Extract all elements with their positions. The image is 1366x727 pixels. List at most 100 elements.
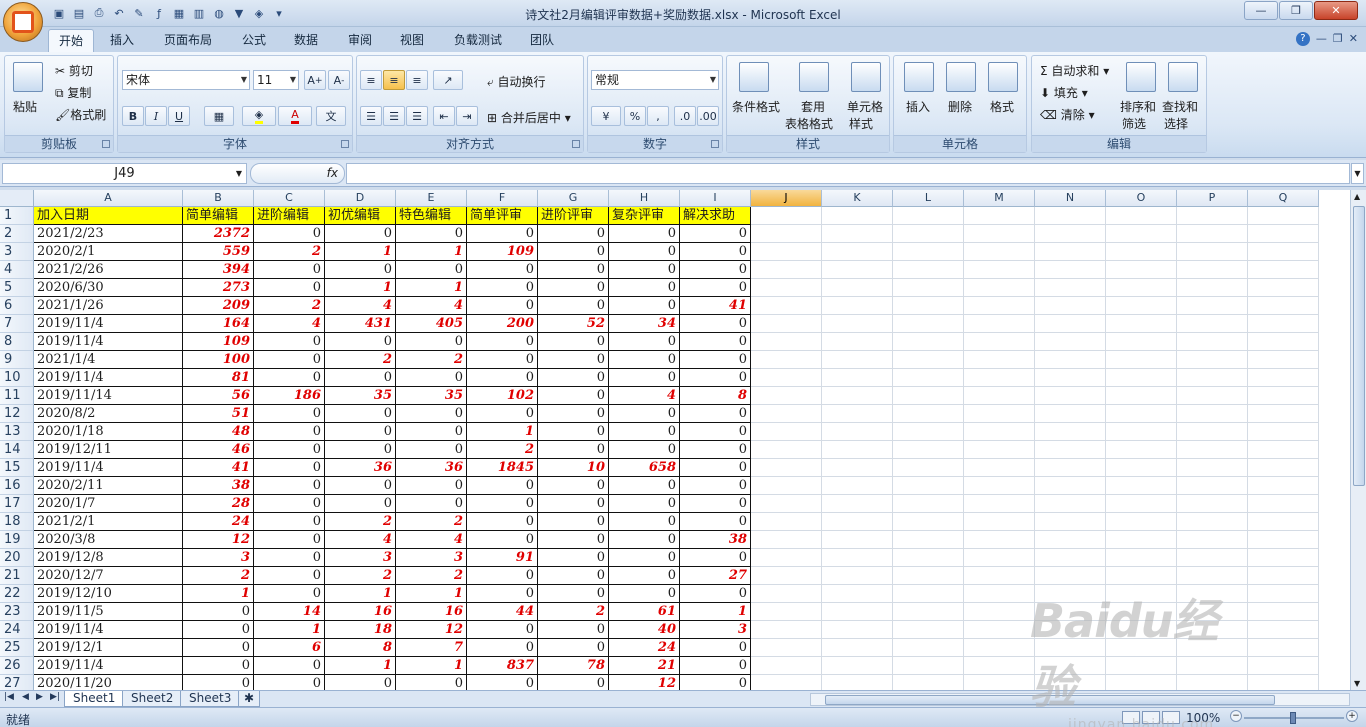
table-cell[interactable]: [893, 333, 964, 351]
table-cell[interactable]: 0: [609, 351, 680, 369]
table-cell[interactable]: [1035, 423, 1106, 441]
table-cell[interactable]: 0: [325, 225, 396, 243]
table-cell[interactable]: [1106, 243, 1177, 261]
horizontal-scroll-thumb[interactable]: [825, 695, 1275, 705]
table-cell[interactable]: 0: [609, 297, 680, 315]
table-cell[interactable]: [893, 297, 964, 315]
table-cell[interactable]: [1248, 315, 1319, 333]
table-cell[interactable]: [822, 207, 893, 225]
table-cell[interactable]: 0: [680, 675, 751, 690]
table-cell[interactable]: [1035, 315, 1106, 333]
fill-color-button[interactable]: ◈: [242, 106, 276, 126]
zoom-in-icon[interactable]: +: [1346, 710, 1358, 722]
borders-button[interactable]: ▦: [204, 106, 234, 126]
number-format-combo[interactable]: 常规 ▼: [591, 70, 719, 90]
table-cell[interactable]: [1177, 333, 1248, 351]
table-cell[interactable]: [1177, 675, 1248, 690]
zoom-level[interactable]: 100%: [1186, 711, 1220, 725]
table-cell[interactable]: [1106, 549, 1177, 567]
table-cell[interactable]: [1035, 207, 1106, 225]
table-cell[interactable]: [822, 441, 893, 459]
table-cell[interactable]: 0: [538, 297, 609, 315]
table-cell[interactable]: 0: [467, 261, 538, 279]
prev-sheet-icon[interactable]: ◀: [22, 692, 29, 702]
table-cell[interactable]: [1248, 603, 1319, 621]
autosum-button[interactable]: Σ 自动求和 ▾: [1040, 62, 1109, 79]
table-cell[interactable]: [1106, 513, 1177, 531]
table-cell[interactable]: 0: [183, 603, 254, 621]
align-bottom-button[interactable]: ≡: [406, 70, 428, 90]
table-cell[interactable]: 100: [183, 351, 254, 369]
table-cell[interactable]: [1035, 441, 1106, 459]
table-cell[interactable]: [893, 477, 964, 495]
format-cells-button[interactable]: 格式: [990, 98, 1014, 115]
column-header-e[interactable]: E: [396, 190, 467, 207]
find-select-icon[interactable]: [1168, 62, 1198, 92]
table-cell[interactable]: [1106, 387, 1177, 405]
table-cell[interactable]: [1177, 531, 1248, 549]
table-cell[interactable]: 0: [325, 675, 396, 690]
table-cell[interactable]: 0: [254, 513, 325, 531]
table-cell[interactable]: 102: [467, 387, 538, 405]
table-cell[interactable]: 1: [396, 585, 467, 603]
table-cell[interactable]: [1035, 459, 1106, 477]
find-select-line2[interactable]: 选择: [1164, 115, 1188, 132]
table-cell[interactable]: 27: [680, 567, 751, 585]
table-cell[interactable]: 0: [609, 477, 680, 495]
table-cell[interactable]: 0: [680, 261, 751, 279]
table-cell[interactable]: 0: [680, 585, 751, 603]
table-cell[interactable]: 2: [396, 513, 467, 531]
table-cell[interactable]: [893, 387, 964, 405]
increase-indent-button[interactable]: ⇥: [456, 106, 478, 126]
table-cell[interactable]: 35: [325, 387, 396, 405]
table-cell[interactable]: [822, 297, 893, 315]
table-cell[interactable]: [1035, 567, 1106, 585]
table-cell[interactable]: [1106, 585, 1177, 603]
table-cell[interactable]: 34: [609, 315, 680, 333]
table-cell[interactable]: [1177, 243, 1248, 261]
table-cell[interactable]: 2019/11/4: [34, 459, 183, 477]
table-cell[interactable]: [1106, 297, 1177, 315]
table-cell[interactable]: 0: [538, 621, 609, 639]
tab-formulas[interactable]: 公式: [232, 29, 276, 53]
table-cell[interactable]: [964, 405, 1035, 423]
table-cell[interactable]: 6: [254, 639, 325, 657]
table-cell[interactable]: [1106, 351, 1177, 369]
bold-button[interactable]: B: [122, 106, 144, 126]
minimize-button[interactable]: —: [1244, 1, 1278, 20]
row-header[interactable]: 20: [0, 549, 34, 567]
vertical-scrollbar[interactable]: ▲ ▼: [1350, 190, 1366, 690]
table-cell[interactable]: [822, 423, 893, 441]
table-cell[interactable]: 1: [183, 585, 254, 603]
zoom-knob[interactable]: [1290, 712, 1296, 724]
table-cell[interactable]: [822, 657, 893, 675]
table-cell[interactable]: 0: [467, 531, 538, 549]
table-cell[interactable]: 0: [538, 639, 609, 657]
table-cell[interactable]: 2020/1/7: [34, 495, 183, 513]
table-cell[interactable]: [1177, 423, 1248, 441]
table-cell[interactable]: 2020/8/2: [34, 405, 183, 423]
table-cell[interactable]: [964, 315, 1035, 333]
table-cell[interactable]: [822, 333, 893, 351]
table-cell[interactable]: [751, 621, 822, 639]
fill-button[interactable]: ⬇ 填充 ▾: [1040, 84, 1088, 101]
table-cell[interactable]: 0: [254, 225, 325, 243]
table-cell[interactable]: 0: [183, 657, 254, 675]
table-cell[interactable]: [964, 675, 1035, 690]
table-cell[interactable]: 0: [396, 333, 467, 351]
table-cell[interactable]: [751, 549, 822, 567]
normal-view-button[interactable]: [1122, 711, 1140, 724]
table-cell[interactable]: 0: [183, 639, 254, 657]
table-cell[interactable]: 46: [183, 441, 254, 459]
table-cell[interactable]: 0: [680, 639, 751, 657]
clipboard-launcher-icon[interactable]: [102, 140, 110, 148]
table-cell[interactable]: 1: [396, 243, 467, 261]
table-cell[interactable]: [751, 657, 822, 675]
table-cell[interactable]: 0: [680, 549, 751, 567]
table-cell[interactable]: [1177, 405, 1248, 423]
table-cell[interactable]: 0: [680, 495, 751, 513]
table-cell[interactable]: 0: [609, 549, 680, 567]
table-cell[interactable]: [822, 675, 893, 690]
table-cell[interactable]: [751, 423, 822, 441]
table-cell[interactable]: [1106, 369, 1177, 387]
